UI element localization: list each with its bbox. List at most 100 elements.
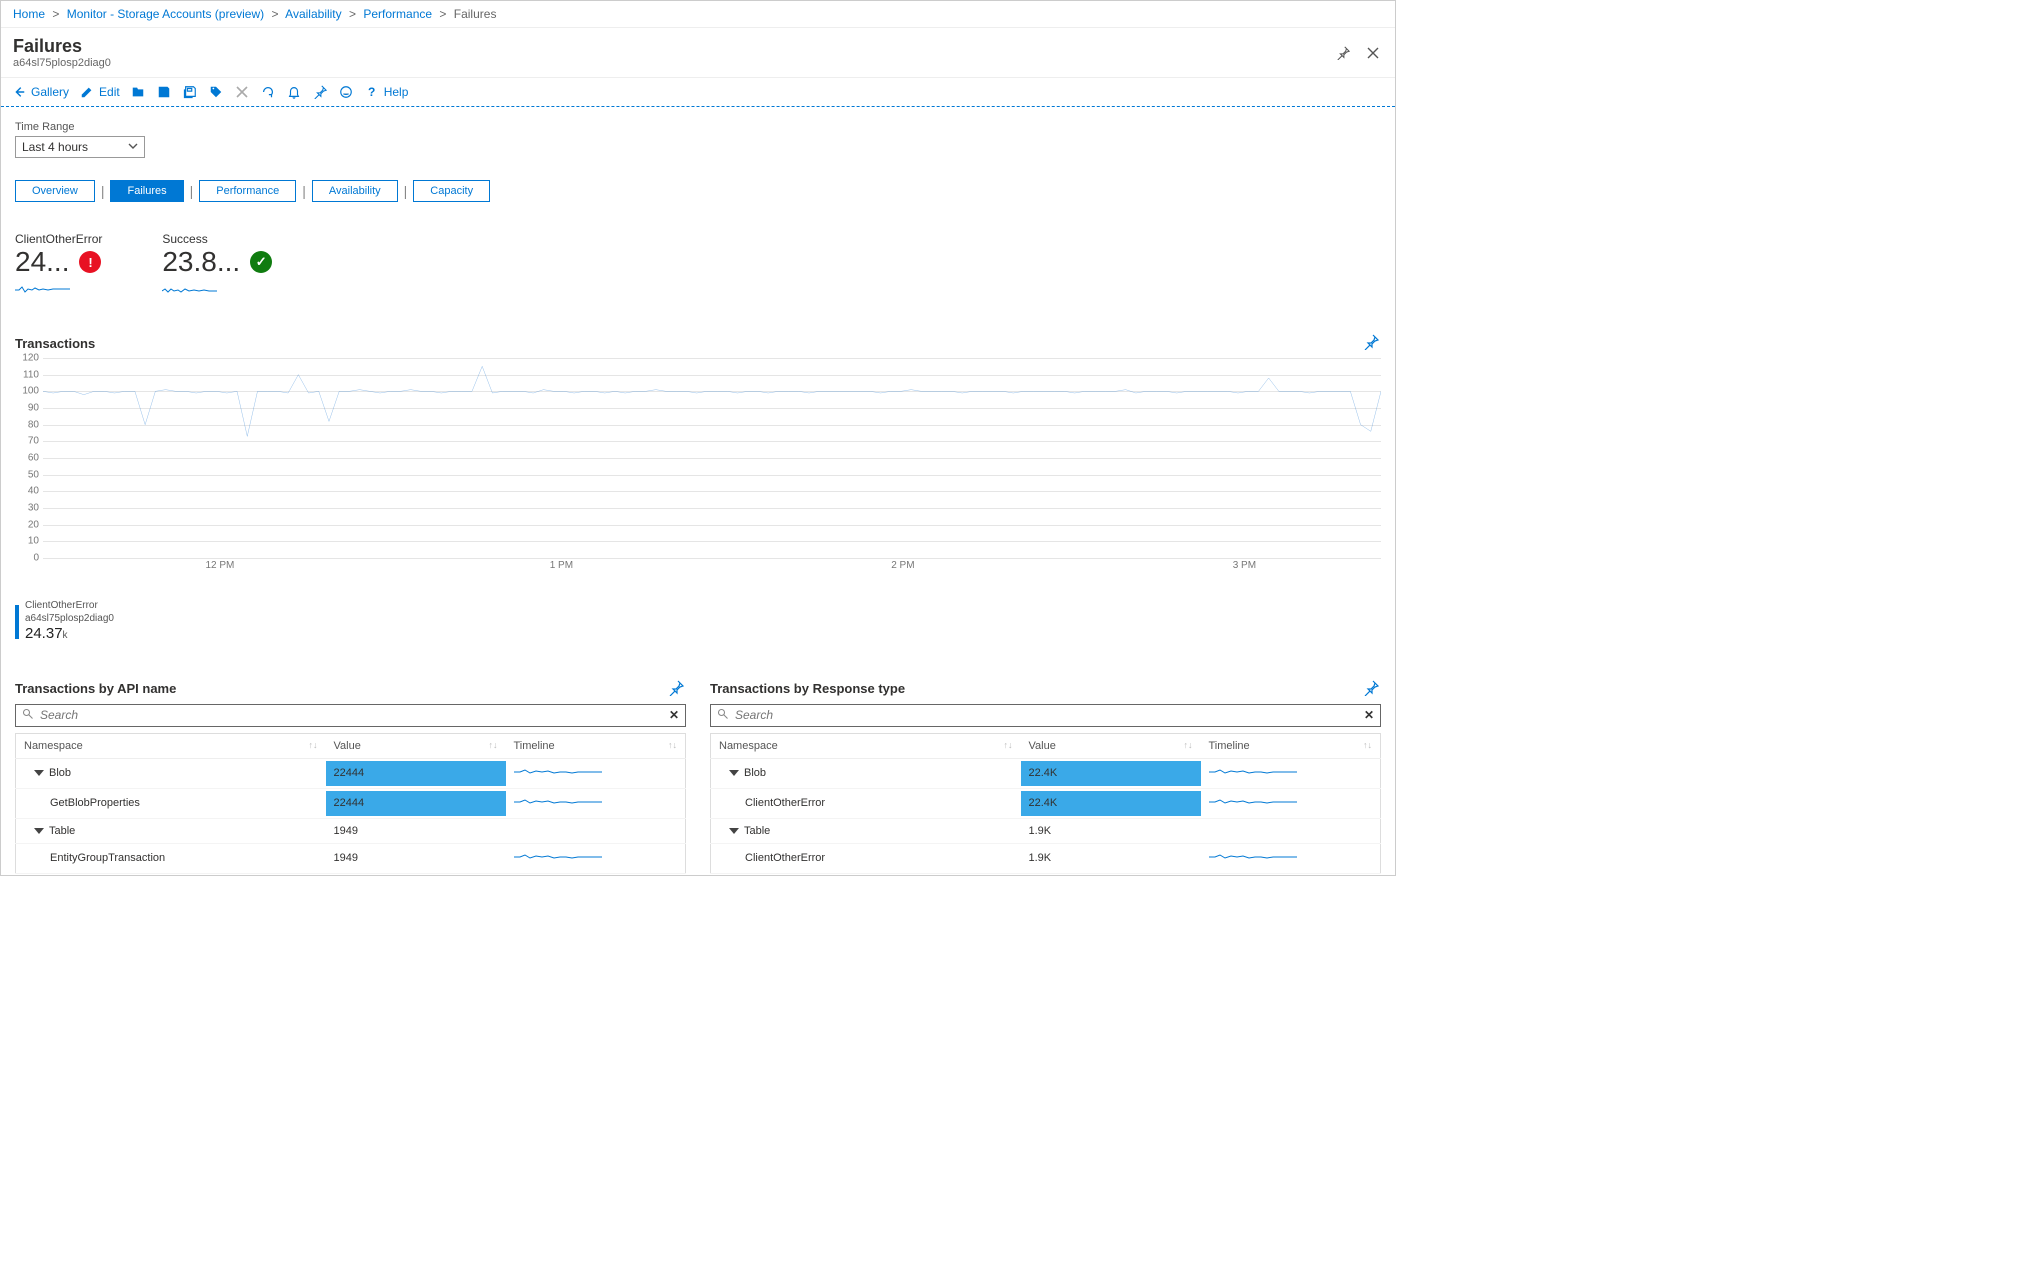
pin-icon[interactable] — [1363, 334, 1381, 352]
transactions-chart[interactable]: 0102030405060708090100110120 12 PM1 PM2 … — [15, 358, 1381, 644]
y-tick-label: 110 — [15, 369, 39, 380]
table-row[interactable]: EntityGroupTransaction1949 — [16, 843, 686, 873]
breadcrumb-availability[interactable]: Availability — [285, 7, 341, 21]
resp-table: Namespace↑↓ Value↑↓ Timeline↑↓ Blob22.4K… — [710, 733, 1381, 874]
tab-separator: | — [190, 186, 194, 196]
tab-overview[interactable]: Overview — [15, 180, 95, 202]
table-row[interactable]: Blob22444 — [16, 758, 686, 788]
resp-table-title: Transactions by Response type — [710, 681, 905, 696]
feedback-icon[interactable] — [338, 84, 354, 100]
table-row[interactable]: ClientOtherError22.4K — [711, 788, 1381, 818]
y-tick-label: 90 — [15, 403, 39, 414]
y-tick-label: 30 — [15, 503, 39, 514]
kpi-label: ClientOtherError — [15, 232, 102, 246]
breadcrumb-performance[interactable]: Performance — [363, 7, 432, 21]
pin-icon[interactable] — [668, 680, 686, 698]
x-tick-label: 12 PM — [205, 560, 234, 594]
error-status-icon: ! — [79, 251, 101, 273]
y-tick-label: 50 — [15, 469, 39, 480]
table-row[interactable]: GetBlobProperties22444 — [16, 788, 686, 818]
y-tick-label: 40 — [15, 486, 39, 497]
clear-search-icon[interactable]: ✕ — [669, 708, 679, 722]
pin-toolbar-icon[interactable] — [312, 84, 328, 100]
refresh-icon[interactable] — [260, 84, 276, 100]
timeline-sparkline — [514, 765, 614, 779]
x-tick-label: 2 PM — [891, 560, 914, 594]
close-icon[interactable] — [1363, 43, 1383, 63]
clear-search-icon[interactable]: ✕ — [1364, 708, 1374, 722]
pencil-icon — [79, 84, 95, 100]
gallery-button[interactable]: Gallery — [11, 84, 69, 100]
col-namespace[interactable]: Namespace↑↓ — [711, 733, 1021, 758]
pin-icon[interactable] — [1363, 680, 1381, 698]
kpi-client-other-error[interactable]: ClientOtherError 24... ! — [15, 232, 102, 298]
breadcrumb-current: Failures — [454, 7, 497, 21]
kpi-success[interactable]: Success 23.8... ✓ — [162, 232, 272, 298]
tab-capacity[interactable]: Capacity — [413, 180, 490, 202]
time-range-label: Time Range — [15, 121, 1381, 133]
breadcrumb-home[interactable]: Home — [13, 7, 45, 21]
success-status-icon: ✓ — [250, 251, 272, 273]
save-icon[interactable] — [156, 84, 172, 100]
tab-failures[interactable]: Failures — [110, 180, 183, 202]
kpi-sparkline — [15, 282, 75, 298]
api-table: Namespace↑↓ Value↑↓ Timeline↑↓ Blob22444… — [15, 733, 686, 874]
cell-timeline — [506, 788, 686, 818]
discard-icon — [234, 84, 250, 100]
question-icon: ? — [364, 84, 380, 100]
col-value[interactable]: Value↑↓ — [1021, 733, 1201, 758]
x-tick-label: 3 PM — [1233, 560, 1256, 594]
col-timeline[interactable]: Timeline↑↓ — [1201, 733, 1381, 758]
table-row[interactable]: Blob22.4K — [711, 758, 1381, 788]
chart-line — [43, 358, 1381, 558]
caret-down-icon[interactable] — [729, 828, 739, 834]
col-timeline[interactable]: Timeline↑↓ — [506, 733, 686, 758]
time-range-value: Last 4 hours — [22, 140, 88, 154]
tab-separator: | — [404, 186, 408, 196]
caret-down-icon[interactable] — [34, 828, 44, 834]
table-row[interactable]: Table1.9K — [711, 818, 1381, 843]
cell-timeline — [1201, 788, 1381, 818]
chevron-right-icon: > — [439, 7, 446, 21]
y-tick-label: 70 — [15, 436, 39, 447]
gallery-label: Gallery — [31, 85, 69, 99]
tag-icon[interactable] — [208, 84, 224, 100]
cell-namespace: ClientOtherError — [711, 843, 1021, 873]
api-table-title: Transactions by API name — [15, 681, 176, 696]
api-table-section: Transactions by API name ✕ Namespace↑↓ — [15, 680, 686, 874]
save-as-icon[interactable] — [182, 84, 198, 100]
caret-down-icon[interactable] — [729, 770, 739, 776]
kpi-sparkline — [162, 282, 222, 298]
col-namespace[interactable]: Namespace↑↓ — [16, 733, 326, 758]
cell-timeline — [506, 843, 686, 873]
tab-separator: | — [101, 186, 105, 196]
alert-icon[interactable] — [286, 84, 302, 100]
col-value[interactable]: Value↑↓ — [326, 733, 506, 758]
cell-namespace: Blob — [711, 758, 1021, 788]
cell-value: 1.9K — [1021, 843, 1201, 873]
table-row[interactable]: Table1949 — [16, 818, 686, 843]
page-header: Failures a64sl75plosp2diag0 — [1, 28, 1395, 78]
timeline-sparkline — [1209, 795, 1309, 809]
chevron-right-icon: > — [52, 7, 59, 21]
cell-value: 22444 — [326, 788, 506, 818]
page-title: Failures — [13, 36, 1323, 57]
time-range-dropdown[interactable]: Last 4 hours — [15, 136, 145, 158]
open-icon[interactable] — [130, 84, 146, 100]
pin-icon[interactable] — [1333, 43, 1353, 63]
breadcrumb-monitor[interactable]: Monitor - Storage Accounts (preview) — [67, 7, 264, 21]
cell-value: 1.9K — [1021, 818, 1201, 843]
api-search-box[interactable]: ✕ — [15, 704, 686, 727]
api-search-input[interactable] — [40, 708, 663, 722]
search-icon — [717, 708, 729, 723]
table-row[interactable]: ClientOtherError1.9K — [711, 843, 1381, 873]
search-icon — [22, 708, 34, 723]
tab-performance[interactable]: Performance — [199, 180, 296, 202]
time-range-field: Time Range Last 4 hours — [15, 121, 1381, 158]
resp-search-box[interactable]: ✕ — [710, 704, 1381, 727]
resp-search-input[interactable] — [735, 708, 1358, 722]
edit-button[interactable]: Edit — [79, 84, 120, 100]
help-button[interactable]: ? Help — [364, 84, 409, 100]
tab-availability[interactable]: Availability — [312, 180, 398, 202]
caret-down-icon[interactable] — [34, 770, 44, 776]
